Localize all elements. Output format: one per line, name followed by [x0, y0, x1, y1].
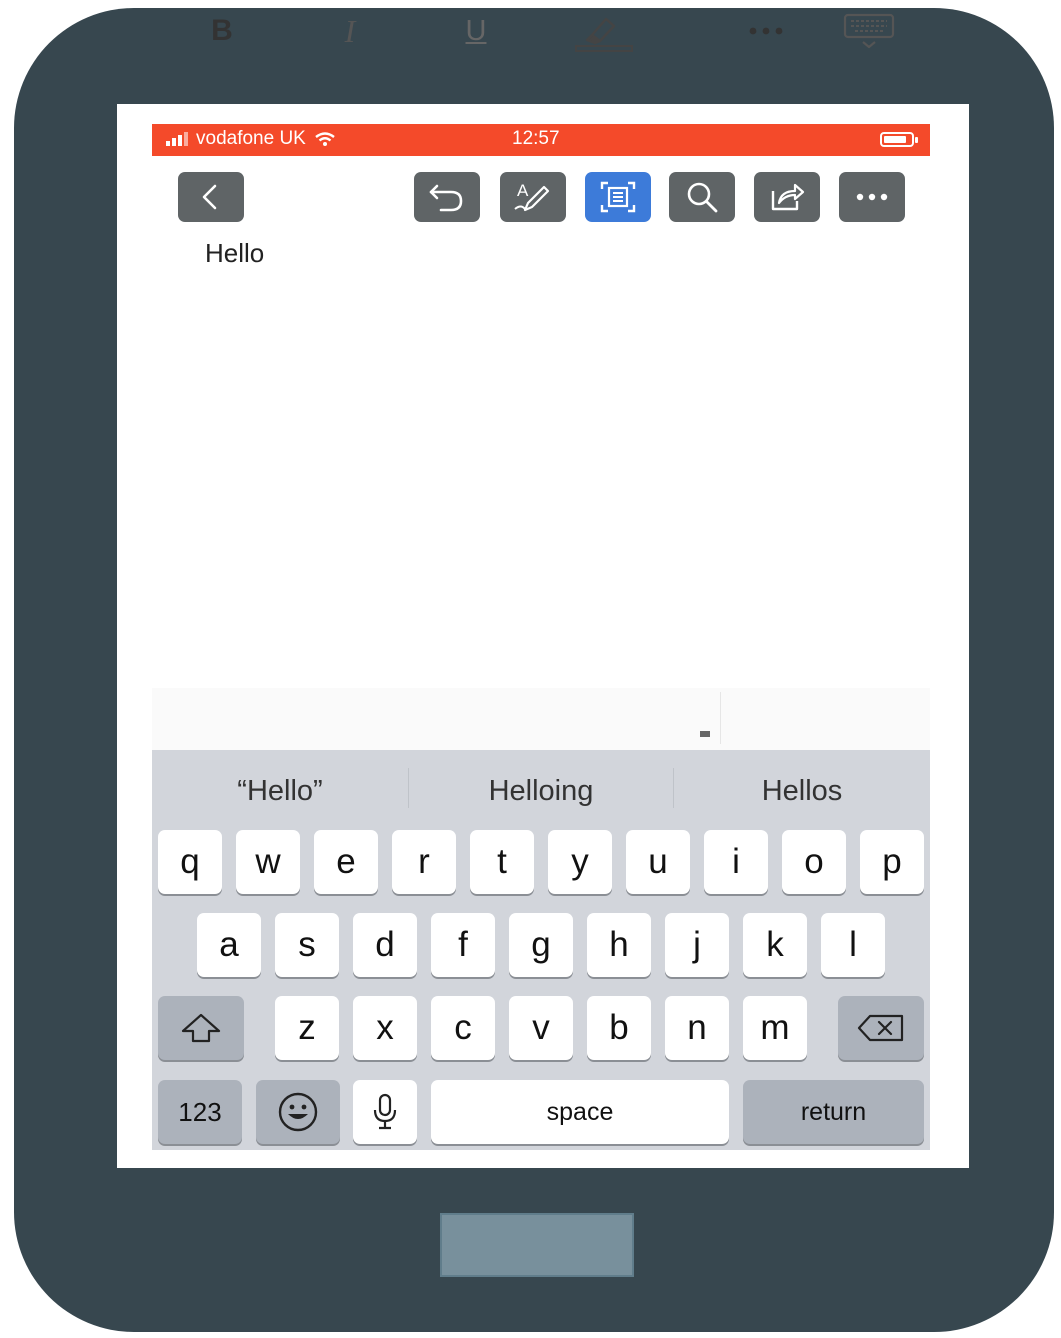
status-bar: vodafone UK 12:57 — [152, 124, 930, 156]
svg-text:A: A — [517, 181, 529, 200]
space-key[interactable]: space — [431, 1080, 729, 1144]
return-key[interactable]: return — [743, 1080, 924, 1144]
ellipsis-icon — [856, 193, 888, 201]
status-time: 12:57 — [512, 128, 560, 149]
key-n[interactable]: n — [665, 996, 729, 1060]
key-y[interactable]: y — [548, 830, 612, 894]
signal-icon — [166, 132, 188, 146]
document-text[interactable]: Hello — [205, 238, 264, 269]
search-button[interactable] — [669, 172, 735, 222]
key-q[interactable]: q — [158, 830, 222, 894]
carrier-name: vodafone UK — [196, 128, 306, 149]
undo-button[interactable] — [414, 172, 480, 222]
reading-view-button[interactable] — [585, 172, 651, 222]
ellipsis-icon — [749, 27, 783, 35]
key-u[interactable]: u — [626, 830, 690, 894]
key-a[interactable]: a — [197, 913, 261, 977]
key-o[interactable]: o — [782, 830, 846, 894]
suggestion-3[interactable]: Hellos — [674, 768, 930, 814]
format-bar-marker — [700, 731, 710, 737]
shift-icon — [181, 1013, 221, 1043]
key-r[interactable]: r — [392, 830, 456, 894]
suggestion-1[interactable]: “Hello” — [152, 768, 408, 814]
backspace-icon — [857, 1014, 904, 1042]
key-g[interactable]: g — [509, 913, 573, 977]
key-c[interactable]: c — [431, 996, 495, 1060]
shift-key[interactable] — [158, 996, 244, 1060]
home-button[interactable] — [440, 1213, 634, 1277]
italic-button[interactable]: I — [324, 0, 376, 62]
microphone-icon — [373, 1093, 397, 1130]
keyboard-dismiss-icon — [843, 13, 895, 49]
key-l[interactable]: l — [821, 913, 885, 977]
key-m[interactable]: m — [743, 996, 807, 1060]
chevron-left-icon — [202, 184, 217, 210]
more-button[interactable] — [839, 172, 905, 222]
keyboard-dismiss-button[interactable] — [838, 0, 900, 62]
key-p[interactable]: p — [860, 830, 924, 894]
wifi-icon — [315, 132, 335, 146]
highlighter-icon — [575, 17, 633, 52]
key-z[interactable]: z — [275, 996, 339, 1060]
delete-key[interactable] — [838, 996, 924, 1060]
emoji-key[interactable] — [256, 1080, 340, 1144]
share-icon — [771, 183, 805, 211]
bold-button[interactable]: B — [196, 0, 248, 62]
back-button[interactable] — [178, 172, 244, 222]
key-t[interactable]: t — [470, 830, 534, 894]
format-bar — [152, 688, 930, 750]
format-bar-divider — [720, 692, 721, 744]
suggestion-2[interactable]: Helloing — [409, 768, 673, 814]
battery-icon — [880, 132, 918, 147]
highlight-button[interactable] — [568, 0, 638, 62]
numbers-key[interactable]: 123 — [158, 1080, 242, 1144]
emoji-icon — [278, 1092, 318, 1132]
undo-icon — [429, 184, 463, 212]
key-b[interactable]: b — [587, 996, 651, 1060]
key-e[interactable]: e — [314, 830, 378, 894]
microphone-key[interactable] — [353, 1080, 417, 1144]
key-k[interactable]: k — [743, 913, 807, 977]
key-i[interactable]: i — [704, 830, 768, 894]
document-fit-icon — [600, 181, 636, 213]
status-left: vodafone UK — [166, 128, 336, 150]
share-button[interactable] — [754, 172, 820, 222]
search-icon — [687, 182, 718, 213]
key-d[interactable]: d — [353, 913, 417, 977]
key-j[interactable]: j — [665, 913, 729, 977]
key-s[interactable]: s — [275, 913, 339, 977]
key-v[interactable]: v — [509, 996, 573, 1060]
text-edit-pen-icon: A — [514, 181, 550, 212]
key-h[interactable]: h — [587, 913, 651, 977]
key-w[interactable]: w — [236, 830, 300, 894]
format-more-button[interactable] — [740, 0, 792, 62]
edit-mode-button[interactable]: A — [500, 172, 566, 222]
key-x[interactable]: x — [353, 996, 417, 1060]
key-f[interactable]: f — [431, 913, 495, 977]
underline-button[interactable]: U — [450, 0, 502, 62]
